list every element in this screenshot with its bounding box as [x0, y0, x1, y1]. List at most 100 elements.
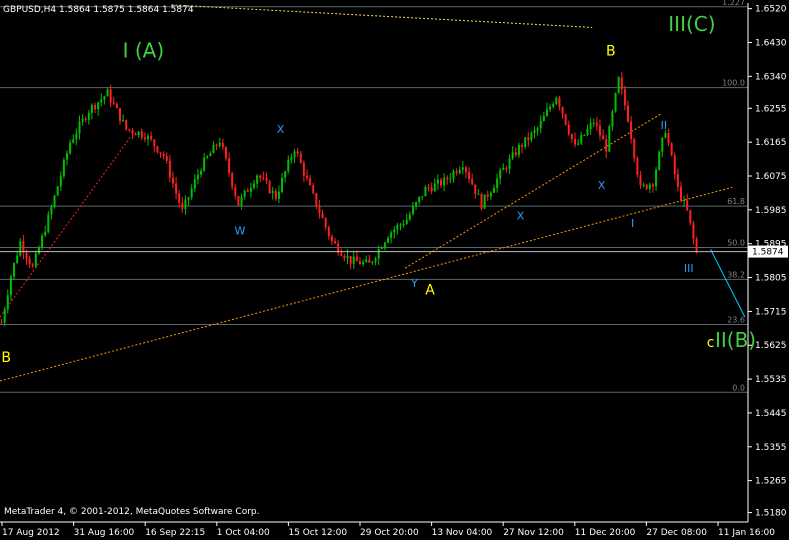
candle-body [103, 96, 106, 100]
candle-body [602, 135, 605, 140]
candle-body [627, 105, 630, 122]
candle-body [636, 158, 639, 175]
candle-body [59, 175, 62, 187]
fib-label: 50.0 [727, 238, 745, 247]
candle-body [312, 185, 315, 194]
candle-body [259, 175, 262, 178]
candle-body [658, 151, 661, 170]
candle-body [277, 191, 280, 199]
fib-label: 1.227 [722, 0, 745, 7]
candle-body [140, 131, 143, 138]
candle-body [87, 112, 90, 120]
candle-body [224, 147, 227, 159]
candle-body [69, 142, 72, 154]
candle-body [131, 130, 134, 134]
candle-body [642, 184, 645, 186]
candle-body [605, 139, 608, 152]
candle-body [648, 184, 651, 189]
candle-body [143, 137, 146, 140]
candle-body [630, 121, 633, 140]
wave-label: B [606, 44, 616, 60]
candle-body [281, 177, 284, 192]
candle-body [175, 183, 178, 194]
candle-body [670, 143, 673, 156]
candle-body [234, 186, 237, 196]
candle-body [393, 229, 396, 233]
candle-body [421, 196, 424, 198]
fib-label: 100.0 [722, 79, 745, 88]
candle-body [165, 155, 168, 161]
candles [0, 71, 698, 327]
price-tick-label: 1.6520 [755, 5, 787, 15]
candle-body [521, 145, 524, 148]
candle-body [112, 102, 115, 104]
fib-grid: 1.227 100.0 61.8 50.0 38.2 23.6 0.0 [0, 0, 748, 393]
candle-body [271, 190, 274, 194]
candle-body [34, 253, 37, 267]
candle-body [66, 153, 69, 160]
candle-body [424, 187, 427, 197]
candle-body [577, 143, 580, 145]
price-tick-label: 1.5180 [755, 509, 787, 519]
candle-body [574, 138, 577, 145]
candle-body [330, 236, 333, 242]
candle-body [455, 171, 458, 173]
candle-body [689, 210, 692, 224]
price-tick-label: 1.5625 [755, 341, 787, 351]
candle-body [128, 129, 131, 131]
candle-body [187, 197, 190, 200]
candle-body [365, 259, 368, 262]
candle-body [153, 139, 156, 147]
time-tick-label: 13 Nov 04:00 [432, 528, 493, 538]
candle-body [549, 106, 552, 110]
candle-body [486, 194, 489, 197]
candle-body [655, 169, 658, 187]
candle-body [489, 192, 492, 197]
candle-body [452, 171, 455, 179]
candle-body [474, 184, 477, 194]
candle-body [343, 255, 346, 259]
candle-body [321, 213, 324, 219]
candle-body [371, 261, 374, 263]
time-tick-label: 17 Aug 2012 [2, 528, 60, 538]
wave-label: I (A) [123, 39, 165, 63]
candle-body [511, 152, 514, 159]
candle-body [390, 232, 393, 238]
candle-body [162, 153, 165, 156]
candle-body [184, 199, 187, 210]
candle-body [56, 186, 59, 196]
time-tick-label: 15 Oct 12:00 [288, 528, 347, 538]
candle-body [492, 187, 495, 193]
candle-body [545, 109, 548, 116]
candle-body [215, 144, 218, 146]
candle-body [564, 114, 567, 125]
candle-body [262, 177, 265, 179]
candle-body [614, 93, 617, 112]
candle-body [508, 158, 511, 169]
candle-body [471, 179, 474, 185]
price-tick-label: 1.6075 [755, 172, 787, 182]
wave-annotations: I (A)III(C)II(B)BBAcXWYXXIIIIII [1, 12, 756, 366]
candle-body [380, 248, 383, 250]
candle-body [327, 227, 330, 237]
candle-body [483, 194, 486, 209]
candle-body [530, 132, 533, 141]
price-tick-label: 1.5985 [755, 206, 787, 216]
candle-body [90, 105, 93, 113]
candle-body [206, 156, 209, 158]
candle-body [171, 177, 174, 184]
time-tick-label: 31 Aug 16:00 [74, 528, 135, 538]
candle-body [443, 177, 446, 186]
candle-body [16, 255, 19, 263]
fib-label: 0.0 [732, 383, 745, 392]
candle-body [402, 224, 405, 226]
candle-body [533, 130, 536, 133]
trend-line [0, 136, 132, 318]
time-tick-label: 11 Dec 20:00 [575, 528, 636, 538]
candle-body [396, 225, 399, 230]
time-tick-label: 1 Oct 04:00 [217, 528, 270, 538]
candle-body [109, 89, 112, 103]
candle-body [555, 97, 558, 105]
wave-label: II [661, 119, 668, 132]
price-chart[interactable]: 1.227 100.0 61.8 50.0 38.2 23.6 0.0 I (A) III(C… [0, 0, 789, 540]
